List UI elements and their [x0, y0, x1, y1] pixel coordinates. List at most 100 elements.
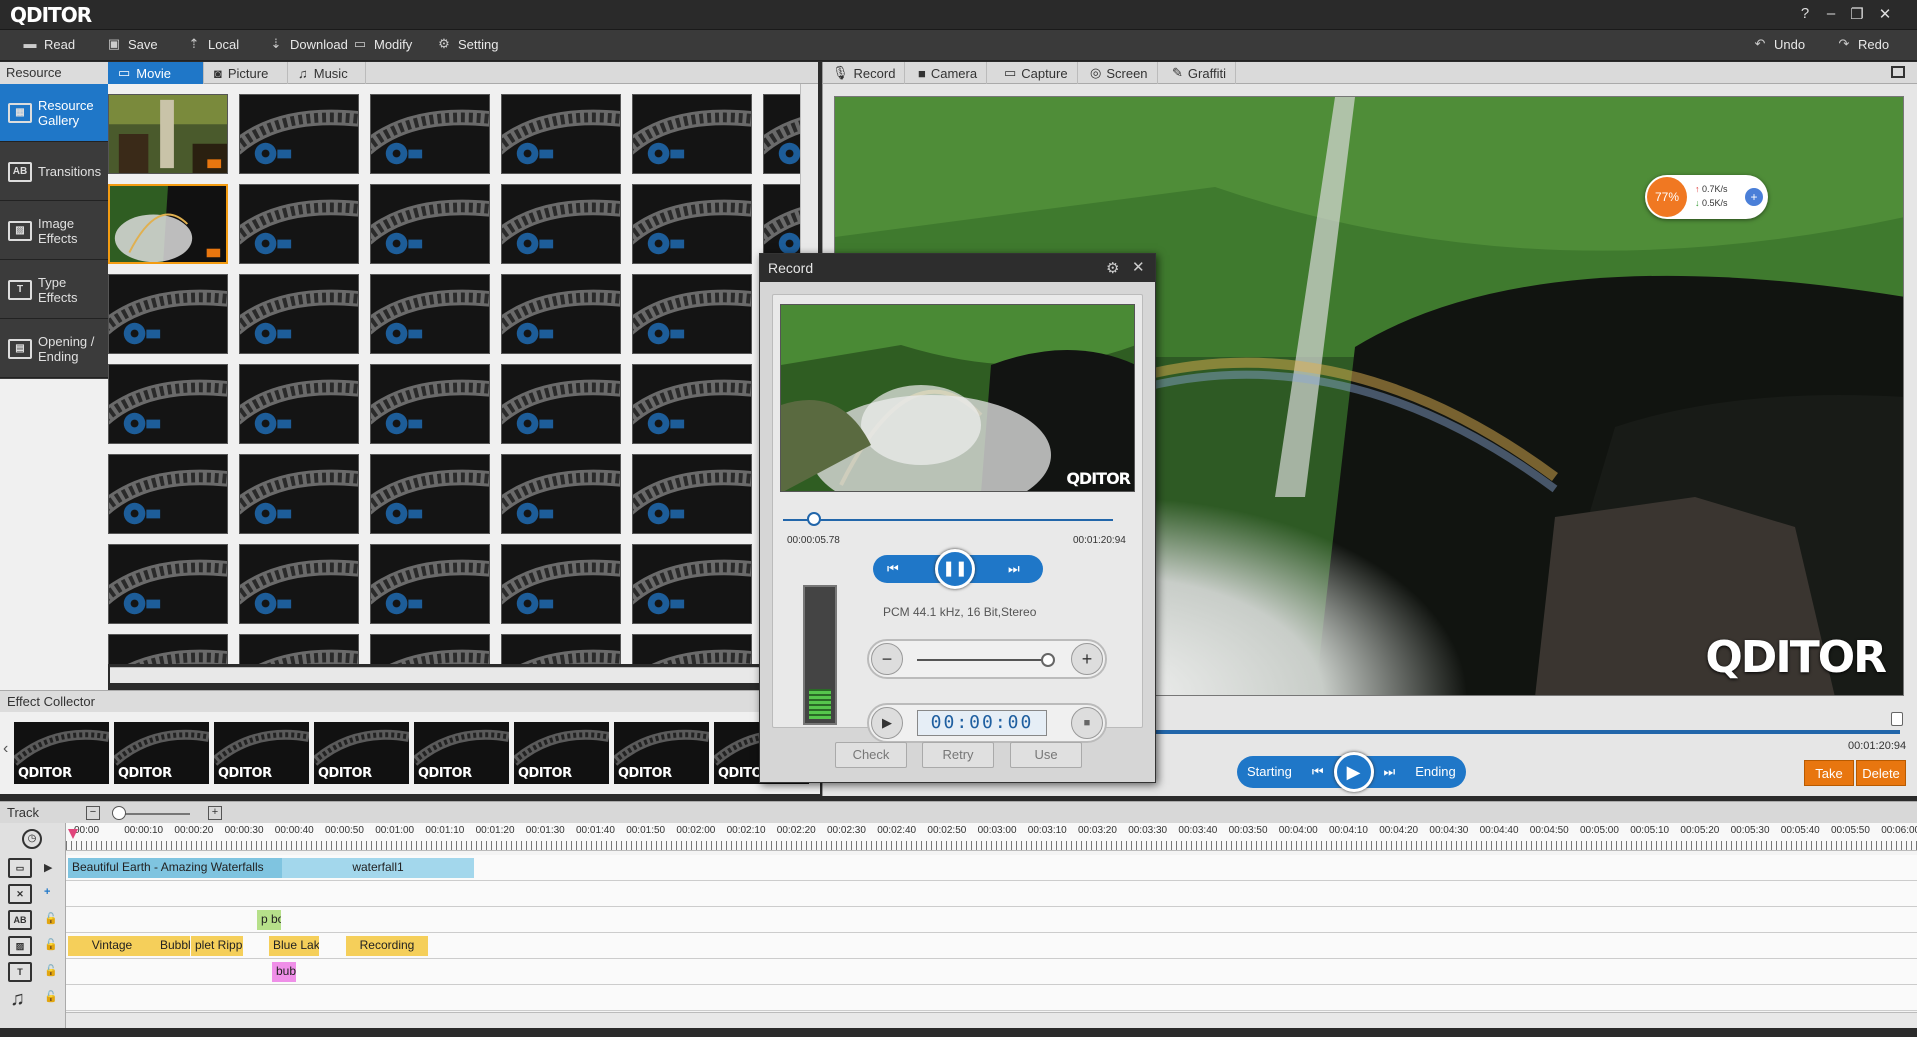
- lock-icon[interactable]: 🔓: [44, 990, 58, 1003]
- effect-clip[interactable]: Vintage: [68, 936, 156, 956]
- volume-down-icon[interactable]: −: [871, 643, 903, 675]
- ending-button[interactable]: Ending: [1405, 756, 1465, 788]
- text-clip[interactable]: bub: [272, 962, 296, 982]
- starting-button[interactable]: Starting: [1237, 756, 1302, 788]
- close-button[interactable]: ✕: [1873, 5, 1897, 23]
- sidebar-item-transitions[interactable]: AB Transitions: [0, 143, 108, 201]
- play-button[interactable]: ▶: [1333, 752, 1374, 792]
- movie-thumbnail[interactable]: [501, 364, 621, 444]
- tab-capture[interactable]: ▭ Capture: [995, 62, 1078, 84]
- retry-button[interactable]: Retry: [922, 742, 994, 768]
- effect-item[interactable]: QDITOR: [214, 722, 309, 784]
- zoom-out-icon[interactable]: −: [86, 806, 100, 820]
- volume-slider[interactable]: [917, 659, 1047, 661]
- add-track-icon[interactable]: +: [44, 886, 50, 898]
- effect-clip[interactable]: Recording: [346, 936, 428, 956]
- next-icon[interactable]: ⏭: [1008, 561, 1020, 577]
- sidebar-item-type-effects[interactable]: T Type Effects: [0, 261, 108, 319]
- movie-thumbnail[interactable]: [239, 544, 359, 624]
- read-button[interactable]: ▬ Read: [22, 36, 76, 52]
- restore-button[interactable]: ❐: [1845, 5, 1869, 23]
- playhead-icon[interactable]: [68, 829, 78, 839]
- movie-thumbnail[interactable]: [239, 634, 359, 664]
- use-button[interactable]: Use: [1010, 742, 1082, 768]
- plus-icon[interactable]: +: [1745, 188, 1763, 206]
- previous-icon[interactable]: ⏮: [887, 561, 899, 577]
- play-icon[interactable]: ▶: [871, 707, 903, 739]
- check-button[interactable]: Check: [835, 742, 907, 768]
- tab-camera[interactable]: ■ Camera: [909, 62, 988, 84]
- lock-icon[interactable]: 🔓: [44, 964, 58, 977]
- setting-button[interactable]: ⚙ Setting: [436, 36, 498, 52]
- zoom-in-icon[interactable]: +: [208, 806, 222, 820]
- transition-clip[interactable]: p bo: [257, 910, 281, 930]
- effect-item[interactable]: QDITOR: [14, 722, 109, 784]
- movie-thumbnail[interactable]: [108, 94, 228, 174]
- movie-thumbnail[interactable]: [632, 364, 752, 444]
- movie-thumbnail[interactable]: [501, 634, 621, 664]
- tab-screen[interactable]: ◎ Screen: [1081, 62, 1158, 84]
- volume-slider-handle[interactable]: [1041, 653, 1055, 667]
- maximize-preview-icon[interactable]: [1891, 66, 1905, 78]
- movie-thumbnail[interactable]: [501, 544, 621, 624]
- lock-icon[interactable]: 🔓: [44, 938, 58, 951]
- effect-item[interactable]: QDITOR: [114, 722, 209, 784]
- network-speed-widget[interactable]: 77% ↑ 0.7K/s ↓ 0.5K/s +: [1645, 175, 1768, 219]
- play-track-icon[interactable]: ▶: [44, 861, 52, 874]
- movie-thumbnail[interactable]: [501, 454, 621, 534]
- movie-thumbnail[interactable]: [370, 634, 490, 664]
- movie-thumbnail[interactable]: [370, 544, 490, 624]
- movie-thumbnail[interactable]: [239, 274, 359, 354]
- effect-clip[interactable]: Bubble: [156, 936, 190, 956]
- movie-thumbnail[interactable]: [632, 544, 752, 624]
- movie-thumbnail[interactable]: [632, 454, 752, 534]
- volume-up-icon[interactable]: +: [1071, 643, 1103, 675]
- record-progress-handle[interactable]: [807, 512, 821, 526]
- modify-button[interactable]: ▭ Modify: [352, 36, 412, 52]
- tab-movie[interactable]: ▭ Movie: [108, 62, 204, 84]
- movie-thumbnail[interactable]: [108, 634, 228, 664]
- movie-thumbnail[interactable]: [501, 94, 621, 174]
- movie-thumbnail[interactable]: [239, 364, 359, 444]
- movie-thumbnail[interactable]: [108, 544, 228, 624]
- stop-icon[interactable]: ■: [1071, 707, 1103, 739]
- record-progress-bar[interactable]: [783, 519, 1113, 521]
- lock-icon[interactable]: 🔓: [44, 912, 58, 925]
- preview-progress-bar[interactable]: [1155, 730, 1900, 734]
- movie-thumbnail[interactable]: [632, 634, 752, 664]
- effect-clip[interactable]: Blue Lake: [269, 936, 319, 956]
- tab-graffiti[interactable]: ✎ Graffiti: [1163, 62, 1236, 84]
- movie-thumbnail[interactable]: [108, 274, 228, 354]
- effect-item[interactable]: QDITOR: [614, 722, 709, 784]
- movie-thumbnail[interactable]: [501, 184, 621, 264]
- movie-thumbnail[interactable]: [370, 184, 490, 264]
- take-button[interactable]: Take: [1804, 760, 1854, 786]
- movie-thumbnail[interactable]: [239, 94, 359, 174]
- tab-picture[interactable]: ◙ Picture: [204, 62, 288, 84]
- next-icon[interactable]: ⏭: [1374, 756, 1406, 788]
- movie-thumbnail[interactable]: [370, 274, 490, 354]
- movie-thumbnail[interactable]: [370, 364, 490, 444]
- video-clip[interactable]: waterfall1: [282, 858, 474, 878]
- movie-thumbnail[interactable]: [370, 94, 490, 174]
- save-button[interactable]: ▣ Save: [106, 36, 158, 52]
- effect-clip[interactable]: plet Ripp: [191, 936, 243, 956]
- delete-button[interactable]: Delete: [1856, 760, 1906, 786]
- movie-thumbnail[interactable]: [108, 184, 228, 264]
- previous-icon[interactable]: ⏮: [1302, 756, 1334, 788]
- sidebar-item-image-effects[interactable]: ▨ Image Effects: [0, 202, 108, 260]
- effect-item[interactable]: QDITOR: [314, 722, 409, 784]
- chevron-left-icon[interactable]: ‹: [3, 740, 8, 758]
- movie-thumbnail[interactable]: [108, 364, 228, 444]
- tab-record[interactable]: 🎙 Record: [823, 62, 906, 84]
- video-clip[interactable]: Beautiful Earth - Amazing Waterfalls: [68, 858, 282, 878]
- movie-thumbnail[interactable]: [239, 454, 359, 534]
- timeline-ruler[interactable]: 00:00 00:00:10 00:00:20 00:00:30 00:00:40 00:…: [66, 823, 1917, 851]
- tab-music[interactable]: ♫ Music: [288, 62, 366, 84]
- movie-thumbnail[interactable]: [632, 274, 752, 354]
- help-button[interactable]: ?: [1793, 5, 1817, 22]
- effect-item[interactable]: QDITOR: [414, 722, 509, 784]
- undo-button[interactable]: ↶ Undo: [1752, 36, 1806, 52]
- movie-thumbnail[interactable]: [108, 454, 228, 534]
- volume-handle[interactable]: [1891, 712, 1903, 726]
